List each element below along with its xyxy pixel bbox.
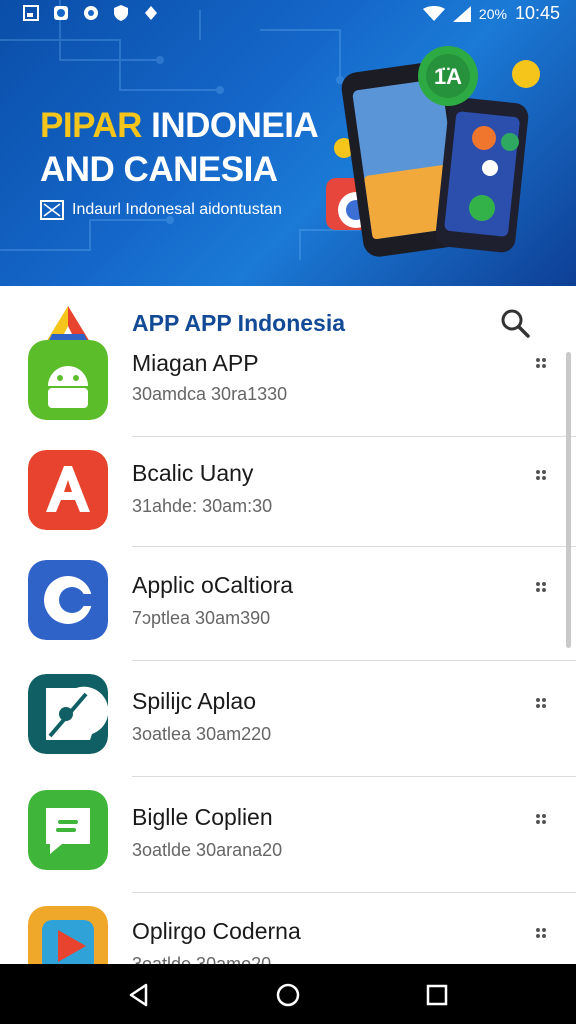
list-item[interactable]: Spilijc Aplao 3oatlea 30am220	[0, 662, 576, 778]
android-app-icon	[28, 340, 108, 420]
chat-app-icon	[28, 790, 108, 870]
row-divider	[132, 546, 576, 547]
list-item[interactable]: Biglle Coplien 3oatlde 30arana20	[0, 778, 576, 894]
banner-badge-text: 1̈A	[434, 64, 462, 89]
app-name: Spilijc Aplao	[132, 688, 257, 714]
app-name: Applic oCaltiora	[132, 572, 294, 598]
app-name: Bcalic Uany	[132, 460, 254, 486]
text-app-icon	[28, 450, 108, 530]
navigation-bar	[0, 964, 576, 1024]
home-icon[interactable]	[275, 982, 301, 1008]
checkbox-icon	[40, 200, 64, 220]
list-item[interactable]: Applic oCaltiora 7ɔptlea 30am390	[0, 548, 576, 664]
more-options-icon[interactable]	[534, 696, 548, 710]
scrollbar[interactable]	[566, 352, 571, 648]
banner-title-line2: AND CANESIA	[40, 150, 278, 189]
clock: 10:45	[514, 3, 560, 23]
app-list: Miagan APP 30amdca 30ra1330 Bcalic Uany …	[0, 330, 576, 964]
banner-subtitle-text: Indaurl Indonesal aidontustan	[72, 201, 282, 218]
app-name: Biglle Coplien	[132, 804, 273, 830]
status-right: 20% 10:45	[422, 3, 560, 24]
more-options-icon[interactable]	[534, 812, 548, 826]
recents-icon[interactable]	[424, 982, 450, 1008]
more-options-icon[interactable]	[534, 926, 548, 940]
app-icon	[54, 6, 68, 20]
app-name: Oplirgo Coderna	[132, 918, 301, 944]
more-options-icon[interactable]	[534, 580, 548, 594]
row-divider	[132, 776, 576, 777]
map-app-icon	[28, 674, 108, 754]
app-name: Miagan APP	[132, 350, 259, 376]
location-icon	[145, 6, 157, 20]
list-item[interactable]: Bcalic Uany 31ahde: 30am:30	[0, 438, 576, 554]
wifi-icon	[422, 5, 445, 21]
row-divider	[132, 436, 576, 437]
vpn-icon	[84, 6, 98, 20]
banner-title-accent: PIPAR	[40, 106, 142, 145]
app-subtitle: 7ɔptlea 30am390	[132, 608, 271, 628]
banner-title-line1: INDONEIA	[141, 106, 319, 145]
banner-title: PIPAR INDONEIA AND CANESIA	[40, 104, 319, 192]
more-options-icon[interactable]	[534, 468, 548, 482]
status-bar: 20% 10:45	[0, 0, 576, 26]
row-divider	[132, 892, 576, 893]
row-divider	[132, 660, 576, 661]
app-subtitle: 30amdca 30ra1330	[132, 384, 288, 404]
battery-percentage: 20%	[478, 5, 507, 22]
app-subtitle: 31ahde: 30am:30	[132, 496, 273, 516]
banner-subtitle: Indaurl Indonesal aidontustan	[40, 200, 282, 220]
list-item[interactable]: Oplirgo Coderna 3oatlde 30amo20	[0, 894, 576, 964]
app-subtitle: 3oatlde 30arana20	[132, 840, 283, 860]
signal-icon	[452, 5, 471, 22]
play-app-icon	[28, 906, 108, 964]
shield-icon	[114, 5, 128, 21]
phones-illustration: 1̈A	[326, 46, 540, 257]
app-subtitle: 3oatlde 30amo20	[132, 954, 272, 964]
status-left-icons	[22, 4, 160, 22]
list-item[interactable]: Miagan APP 30amdca 30ra1330	[0, 330, 576, 446]
back-icon[interactable]	[126, 982, 152, 1008]
promo-banner[interactable]: PIPAR INDONEIA AND CANESIA Indaurl Indon…	[0, 0, 576, 286]
c-app-icon	[28, 560, 108, 640]
more-options-icon[interactable]	[534, 356, 548, 370]
app-subtitle: 3oatlea 30am220	[132, 724, 272, 744]
screenshot-icon	[23, 5, 39, 21]
